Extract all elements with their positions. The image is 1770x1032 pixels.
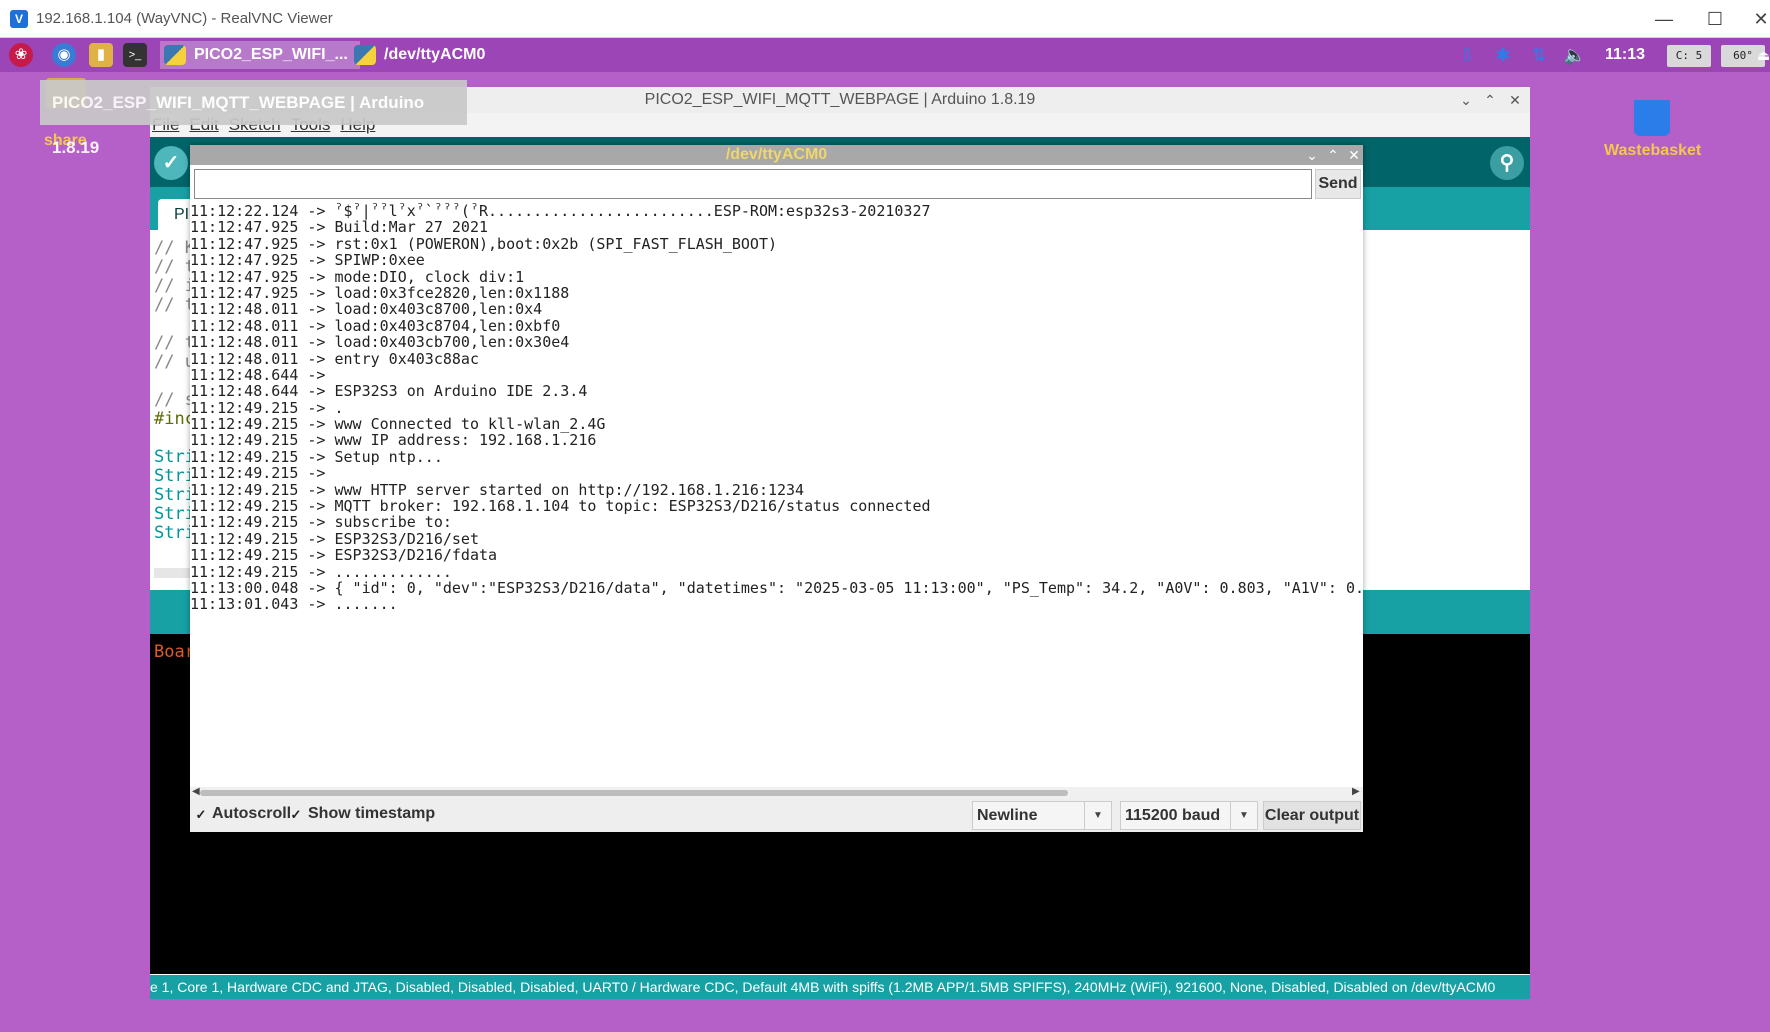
scroll-left-icon[interactable]: ◀ (192, 786, 200, 797)
wastebasket-label[interactable]: Wastebasket (1604, 142, 1701, 160)
serial-output[interactable]: 11:12:22.124 -> ˀ$ˀ|ˀˀlˀxˀ`ˀˀˀ(ˀR.......… (190, 203, 1363, 787)
serial-line: 11:13:00.048 -> { "id": 0, "dev":"ESP32S… (190, 578, 1363, 597)
chevron-down-icon: ▼ (1084, 802, 1111, 829)
raspberry-icon[interactable]: ❀ (9, 43, 33, 67)
vnc-window-title: 192.168.1.104 (WayVNC) - RealVNC Viewer (36, 10, 333, 27)
close-button[interactable]: ✕ (1753, 6, 1769, 32)
cpu-value: 5 (1695, 49, 1703, 62)
serial-line: 11:12:49.215 -> www HTTP server started … (190, 480, 805, 499)
taskbar-task-serial[interactable]: /dev/ttyACM0 (350, 41, 542, 69)
taskbar: ❀ ◉ ▮ >_ PICO2_ESP_WIFI_... /dev/ttyACM0… (0, 38, 1770, 72)
serial-monitor-title: /dev/ttyACM0 (725, 146, 828, 163)
serial-line: 11:12:49.215 -> ............. (190, 562, 452, 581)
wastebasket-icon[interactable] (1634, 100, 1670, 136)
cpu-monitor[interactable]: C: 5 (1667, 45, 1711, 67)
clear-output-button[interactable]: Clear output (1263, 801, 1361, 830)
network-icon[interactable]: ⇅ (1527, 43, 1551, 67)
update-icon[interactable]: ⇩ (1454, 43, 1480, 67)
volume-icon[interactable]: 🔈 (1562, 43, 1588, 67)
serial-line: 11:12:48.644 -> ESP32S3 on Arduino IDE 2… (190, 382, 588, 401)
taskbar-task-label: PICO2_ESP_WIFI_... (194, 46, 348, 63)
serial-line: 11:12:47.925 -> load:0x3fce2820,len:0x11… (190, 283, 570, 302)
serial-monitor-icon[interactable]: ⚲ (1490, 146, 1524, 180)
serial-line: 11:12:48.011 -> load:0x403c8700,len:0x4 (190, 300, 543, 319)
taskbar-tooltip: PICO2_ESP_WIFI_MQTT_WEBPAGE | Arduino 1.… (40, 80, 467, 157)
serial-line: 11:12:48.011 -> load:0x403c8704,len:0xbf… (190, 316, 561, 335)
eject-icon[interactable]: ⏏ (1757, 43, 1769, 67)
close-icon[interactable]: ✕ (1344, 145, 1364, 165)
serial-line: 11:12:49.215 -> ESP32S3/D216/set (190, 529, 479, 548)
python-icon (354, 45, 376, 65)
serial-line: 11:13:01.043 -> ....... (190, 595, 398, 614)
serial-line: 11:12:49.215 -> subscribe to: (190, 513, 452, 532)
clock[interactable]: 11:13 (1600, 43, 1650, 67)
taskbar-task-arduino[interactable]: PICO2_ESP_WIFI_... (160, 41, 360, 69)
serial-line: 11:12:47.925 -> Build:Mar 27 2021 (190, 218, 489, 237)
ide-board-status: e 1, Core 1, Hardware CDC and JTAG, Disa… (150, 975, 1530, 999)
maximize-button[interactable]: ☐ (1700, 6, 1730, 32)
autoscroll-label[interactable]: Autoscroll (212, 805, 291, 823)
serial-line: 11:12:47.925 -> mode:DIO, clock div:1 (190, 267, 525, 286)
serial-line: 11:12:48.011 -> entry 0x403c88ac (190, 349, 479, 368)
chevron-down-icon[interactable]: ⌄ (1302, 145, 1322, 165)
serial-line: 11:12:49.215 -> MQTT broker: 192.168.1.1… (190, 497, 931, 516)
chevron-up-icon[interactable]: ⌃ (1480, 90, 1500, 110)
folder-icon[interactable]: ▮ (89, 43, 113, 67)
globe-icon[interactable]: ◉ (52, 43, 76, 67)
cpu-label: C: (1675, 49, 1689, 62)
serial-input[interactable] (194, 169, 1312, 199)
serial-line: 11:12:47.925 -> rst:0x1 (POWERON),boot:0… (190, 234, 777, 253)
serial-monitor-titlebar: /dev/ttyACM0 ⌄ ⌃ ✕ (190, 145, 1363, 165)
taskbar-task-label: /dev/ttyACM0 (384, 46, 486, 63)
serial-line: 11:12:49.215 -> (190, 464, 335, 483)
scroll-thumb[interactable] (200, 790, 1068, 796)
timestamp-checkbox[interactable]: ✓ (289, 808, 303, 822)
python-icon (164, 45, 186, 65)
baud-select[interactable]: 115200 baud ▼ (1120, 801, 1258, 830)
baud-value: 115200 baud (1125, 807, 1221, 824)
serial-line: 11:12:49.215 -> www IP address: 192.168.… (190, 431, 597, 450)
minimize-button[interactable]: — (1649, 6, 1679, 32)
serial-monitor-controls: ✓ Autoscroll ✓ Show timestamp Newline ▼ … (190, 799, 1363, 832)
terminal-icon[interactable]: >_ (123, 43, 147, 67)
line-ending-value: Newline (977, 807, 1038, 824)
realvnc-logo-icon: V (10, 10, 28, 28)
timestamp-label[interactable]: Show timestamp (308, 805, 435, 823)
chevron-up-icon[interactable]: ⌃ (1323, 145, 1343, 165)
chevron-down-icon[interactable]: ⌄ (1456, 90, 1476, 110)
serial-line: 11:12:48.011 -> load:0x403cb700,len:0x30… (190, 333, 570, 352)
serial-line: 11:12:47.925 -> SPIWP:0xee (190, 251, 425, 270)
verify-icon[interactable]: ✓ (154, 146, 188, 180)
vnc-titlebar: V 192.168.1.104 (WayVNC) - RealVNC Viewe… (0, 0, 1770, 38)
line-ending-select[interactable]: Newline ▼ (972, 801, 1112, 830)
close-icon[interactable]: ✕ (1505, 90, 1525, 110)
bluetooth-icon[interactable]: ✱ (1494, 43, 1512, 67)
chevron-down-icon: ▼ (1230, 802, 1257, 829)
serial-monitor-window: /dev/ttyACM0 ⌄ ⌃ ✕ Send 11:12:22.124 -> … (190, 145, 1363, 832)
serial-line: 11:12:49.215 -> www Connected to kll-wla… (190, 415, 606, 434)
serial-line: 11:12:49.215 -> . (190, 398, 344, 417)
serial-output-hscroll[interactable]: ◀ ▶ (190, 786, 1363, 799)
serial-line: 11:12:49.215 -> ESP32S3/D216/fdata (190, 546, 498, 565)
scroll-right-icon[interactable]: ▶ (1352, 786, 1360, 797)
serial-line: 11:12:22.124 -> ˀ$ˀ|ˀˀlˀxˀ`ˀˀˀ(ˀR.......… (190, 203, 931, 220)
send-button[interactable]: Send (1315, 169, 1361, 199)
serial-line: 11:12:49.215 -> Setup ntp... (190, 447, 443, 466)
serial-line: 11:12:48.644 -> (190, 365, 335, 384)
autoscroll-checkbox[interactable]: ✓ (194, 808, 208, 822)
